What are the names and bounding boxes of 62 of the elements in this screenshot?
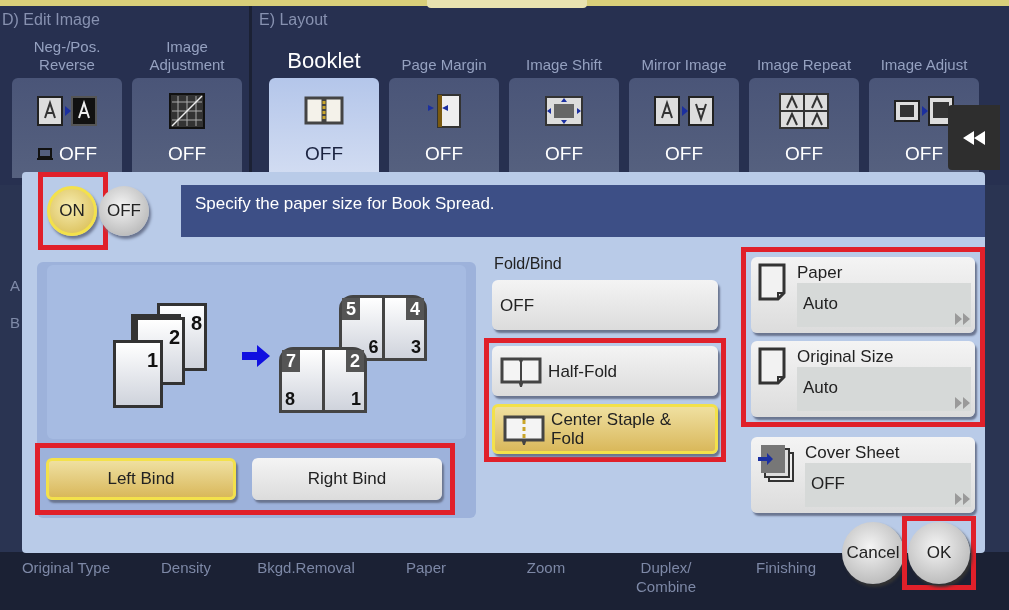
bottom-tab[interactable]: Original Type: [6, 552, 126, 610]
page-icon: [757, 263, 789, 303]
bottom-tab[interactable]: Paper: [366, 552, 486, 610]
double-arrow-icon: [955, 397, 971, 409]
open-book-icon: [500, 355, 543, 387]
tile-state: OFF: [545, 142, 583, 166]
tile-label: Image Adjustment: [149, 38, 225, 74]
tile-label: Neg-/Pos. Reverse: [33, 38, 101, 74]
margin-icon: [426, 93, 462, 129]
bottom-tab[interactable]: Zoom: [486, 552, 606, 610]
side-letter: A: [10, 276, 20, 296]
mirror-icon: [654, 96, 714, 126]
bottom-tab[interactable]: Density: [126, 552, 246, 610]
setting-value: Auto: [803, 377, 838, 400]
toggle-button[interactable]: OFF: [99, 186, 149, 236]
fold-option[interactable]: Center Staple & Fold: [492, 404, 719, 454]
setting-value: OFF: [811, 473, 845, 496]
tile-label: Booklet: [287, 46, 361, 74]
book-icon: [304, 95, 344, 127]
grid-icon: [169, 93, 205, 129]
toggle-button[interactable]: ON: [47, 186, 97, 236]
function-tile[interactable]: OFF: [12, 78, 122, 178]
setting-value: Auto: [803, 293, 838, 316]
page-icon: [757, 347, 789, 387]
bottom-tab[interactable]: Duplex/ Combine: [606, 552, 726, 610]
page-drawing: 1: [113, 340, 163, 408]
repeat-icon: [779, 93, 829, 129]
fold-option[interactable]: OFF: [492, 280, 719, 330]
tile-state: OFF: [425, 142, 463, 166]
tile-state: OFF: [665, 142, 703, 166]
cover-sheet-icon: [757, 443, 797, 483]
bind-button[interactable]: Left Bind: [46, 458, 236, 501]
tile-label: Mirror Image: [641, 56, 727, 74]
rewind-icon: [963, 130, 985, 145]
bind-button[interactable]: Right Bind: [252, 458, 442, 501]
bottom-tab[interactable]: Bkgd.Removal: [246, 552, 366, 610]
tile-state: OFF: [168, 142, 206, 166]
side-letter: B: [10, 312, 20, 333]
message-bar: Specify the paper size for Book Spread.: [181, 185, 985, 237]
fold-bind-label: Fold/Bind: [493, 254, 563, 272]
double-arrow-icon: [955, 493, 971, 505]
tile-label: Page Margin: [401, 56, 487, 74]
arrow-icon: [242, 345, 270, 367]
collapse-button[interactable]: [948, 105, 1000, 170]
letter-swap-icon: [37, 96, 97, 126]
tile-state: OFF: [59, 142, 97, 166]
setting-button[interactable]: Paper Auto: [751, 257, 975, 333]
stapled-book-icon: [503, 413, 546, 445]
drag-handle[interactable]: [427, 0, 587, 8]
fold-option[interactable]: Half-Fold: [492, 346, 719, 396]
section-title: E) Layout: [259, 10, 329, 30]
tile-label: Image Adjust: [880, 56, 968, 74]
tile-state: OFF: [905, 142, 943, 166]
double-arrow-icon: [955, 313, 971, 325]
tile-state: OFF: [785, 142, 823, 166]
tile-label: Image Shift: [526, 56, 602, 74]
setting-button[interactable]: Original Size Auto: [751, 341, 975, 417]
shift-icon: [544, 95, 584, 127]
tile-state: OFF: [305, 142, 343, 166]
setting-button[interactable]: Cover Sheet OFF: [751, 437, 975, 513]
tile-label: Image Repeat: [756, 56, 852, 74]
section-title: D) Edit Image: [2, 10, 101, 30]
